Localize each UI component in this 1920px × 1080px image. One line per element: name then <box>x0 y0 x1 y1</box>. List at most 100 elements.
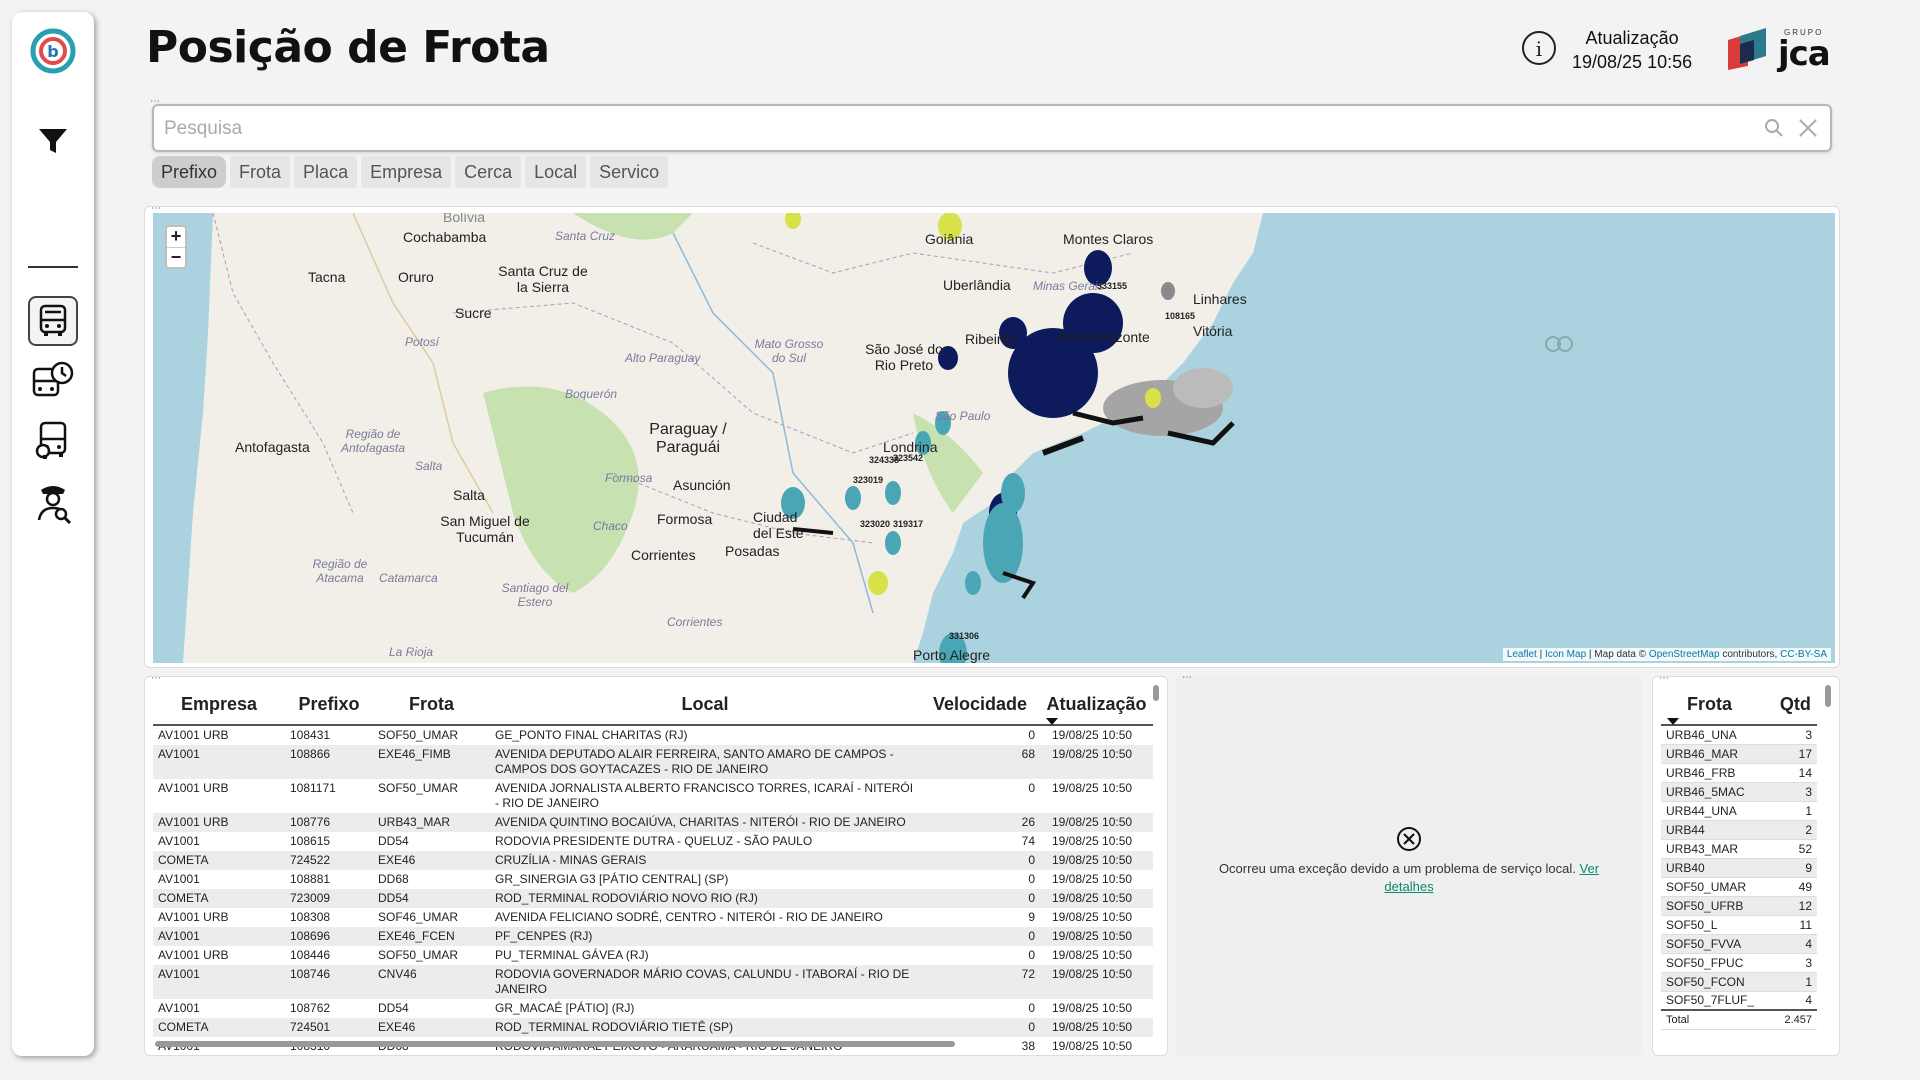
chip-empresa[interactable]: Empresa <box>361 156 452 188</box>
list-item[interactable]: URB46_FRB 14 <box>1661 763 1817 783</box>
search-icon[interactable] <box>1764 118 1784 143</box>
chip-servico[interactable]: Servico <box>590 156 669 188</box>
table-row[interactable]: COMETA 723009 DD54 ROD_TERMINAL RODOVIÁRIO … <box>153 889 1153 908</box>
table-row[interactable]: AV1001 URB 1081171 SOF50_UMAR AVENIDA JORNA… <box>153 779 1153 813</box>
cell-prefixo: 724522 <box>285 851 373 870</box>
cell-frota: SOF50_UMAR <box>373 725 490 745</box>
sort-desc-icon <box>1667 718 1679 725</box>
leaflet-link[interactable]: Leaflet <box>1507 649 1537 660</box>
driver-search-icon[interactable] <box>28 478 78 528</box>
list-item[interactable]: URB44 2 <box>1661 820 1817 840</box>
clear-icon[interactable] <box>1796 116 1820 145</box>
cell-prefixo: 108308 <box>285 908 373 927</box>
cell-qtd: 3 <box>1773 782 1817 802</box>
table-row[interactable]: AV1001 108696 EXE46_FCEN PF_CENPES (RJ) 0 19/… <box>153 927 1153 946</box>
visual-menu-icon[interactable]: ⋯ <box>1182 672 1192 683</box>
table-row[interactable]: AV1001 URB 108431 SOF50_UMAR GE_PONTO FINAL… <box>153 725 1153 745</box>
column-header-qtd[interactable]: Qtd <box>1773 685 1817 726</box>
cell-frota: DD54 <box>373 889 490 908</box>
visual-menu-icon[interactable]: ⋯ <box>151 677 161 684</box>
column-header-velocidade[interactable]: Velocidade <box>920 685 1040 726</box>
list-item[interactable]: SOF50_FCON 1 <box>1661 972 1817 992</box>
list-item[interactable]: SOF50_L 11 <box>1661 915 1817 935</box>
table-row[interactable]: COMETA 724522 EXE46 CRUZÍLIA - MINAS GERAIS… <box>153 851 1153 870</box>
chip-placa[interactable]: Placa <box>294 156 358 188</box>
app-logo-icon[interactable]: b <box>28 26 78 76</box>
column-header-prefixo[interactable]: Prefixo <box>285 685 373 726</box>
info-icon[interactable]: i <box>1520 29 1558 72</box>
search-input[interactable] <box>164 114 1764 144</box>
cell-qtd: 12 <box>1773 896 1817 916</box>
table-row[interactable]: AV1001 URB 108776 URB43_MAR AVENIDA QUINTIN… <box>153 813 1153 832</box>
license-link[interactable]: CC-BY-SA <box>1780 649 1827 660</box>
fleet-map[interactable]: Bolívia Cochabamba Santa Cruz Goiânia Mo… <box>153 213 1835 663</box>
cell-atualizacao: 19/08/25 10:50 <box>1040 779 1153 813</box>
list-item[interactable]: URB40 9 <box>1661 858 1817 878</box>
list-item[interactable]: URB46_UNA 3 <box>1661 725 1817 745</box>
column-header-local[interactable]: Local <box>490 685 920 726</box>
cell-empresa: AV1001 URB <box>153 779 285 813</box>
marker-label: 323020 <box>860 519 891 529</box>
chip-cerca[interactable]: Cerca <box>455 156 522 188</box>
map-card: ⋯ Bolívia Cochabamba Santa Cruz Goiânia … <box>144 203 1840 668</box>
list-item[interactable]: URB46_MAR 17 <box>1661 744 1817 764</box>
list-item[interactable]: URB46_5MAC 3 <box>1661 782 1817 802</box>
column-header-frota[interactable]: Frota <box>1661 685 1774 726</box>
column-header-atualizacao[interactable]: Atualização <box>1040 685 1153 726</box>
column-header-frota[interactable]: Frota <box>373 685 490 726</box>
map-label: Chaco <box>593 519 628 533</box>
horizontal-scrollbar[interactable] <box>155 1041 955 1047</box>
chip-prefixo[interactable]: Prefixo <box>152 156 227 188</box>
table-row[interactable]: AV1001 URB 108446 SOF50_UMAR PU_TERMINAL GÁ… <box>153 946 1153 965</box>
zoom-out-button[interactable]: − <box>167 247 185 267</box>
filter-icon[interactable] <box>28 116 78 166</box>
list-item[interactable]: SOF50_FPUC 3 <box>1661 953 1817 973</box>
cell-frota: CNV46 <box>373 965 490 999</box>
vertical-scrollbar[interactable] <box>1153 685 1159 701</box>
visual-menu-icon[interactable]: ⋯ <box>1659 677 1669 684</box>
table-row[interactable]: AV1001 108881 DD68 GR_SINERGIA G3 [PÁTIO CE… <box>153 870 1153 889</box>
bus-front-icon[interactable] <box>28 296 78 346</box>
cell-velocidade: 0 <box>920 1018 1040 1037</box>
list-item[interactable]: SOF50_UMAR 49 <box>1661 877 1817 897</box>
table-row[interactable]: AV1001 108762 DD54 GR_MACAÉ [PÁTIO] (RJ) 0 19… <box>153 999 1153 1018</box>
cell-frota: URB46_MAR <box>1661 744 1774 764</box>
icon-map-link[interactable]: Icon Map <box>1545 649 1586 660</box>
table-row[interactable]: COMETA 724501 EXE46 ROD_TERMINAL RODOVIÁRIO… <box>153 1018 1153 1037</box>
cell-local: PU_TERMINAL GÁVEA (RJ) <box>490 946 920 965</box>
table-row[interactable]: AV1001 108866 EXE46_FIMB AVENIDA DEPUTADO A… <box>153 745 1153 779</box>
cell-velocidade: 74 <box>920 832 1040 851</box>
cell-prefixo: 108615 <box>285 832 373 851</box>
column-header-empresa[interactable]: Empresa <box>153 685 285 726</box>
attribution-data-text: | Map data © <box>1588 649 1647 660</box>
gray-marker-linhares[interactable] <box>1161 282 1175 300</box>
chip-frota[interactable]: Frota <box>230 156 291 188</box>
cell-qtd: 52 <box>1773 839 1817 859</box>
logo-mark-icon <box>1728 28 1766 70</box>
list-item[interactable]: SOF50_FVVA 4 <box>1661 934 1817 954</box>
bus-clock-icon[interactable] <box>28 356 78 406</box>
cell-velocidade: 0 <box>920 889 1040 908</box>
list-item[interactable]: SOF50_UFRB 12 <box>1661 896 1817 916</box>
list-item[interactable]: SOF50_7FLUF_ 4 <box>1661 991 1817 1011</box>
table-row[interactable]: AV1001 108615 DD54 RODOVIA PRESIDENTE DUTRA… <box>153 832 1153 851</box>
map-label: Posadas <box>725 543 780 559</box>
total-value: 2.457 <box>1773 1009 1817 1030</box>
cell-velocidade: 0 <box>920 779 1040 813</box>
table-row[interactable]: AV1001 URB 108308 SOF46_UMAR AVENIDA FELICI… <box>153 908 1153 927</box>
list-item[interactable]: URB43_MAR 52 <box>1661 839 1817 859</box>
chip-local[interactable]: Local <box>525 156 587 188</box>
vertical-scrollbar[interactable] <box>1825 685 1831 707</box>
cell-local: CRUZÍLIA - MINAS GERAIS <box>490 851 920 870</box>
osm-link[interactable]: OpenStreetMap <box>1649 649 1720 660</box>
cell-empresa: AV1001 <box>153 745 285 779</box>
cell-frota: URB40 <box>1661 858 1774 878</box>
cell-velocidade: 9 <box>920 908 1040 927</box>
bus-driver-icon[interactable] <box>28 416 78 466</box>
table-row[interactable]: AV1001 108746 CNV46 RODOVIA GOVERNADOR MÁRI… <box>153 965 1153 999</box>
map-label: Paraguay / Paraguái <box>649 421 727 456</box>
map-label: Mato Grosso do Sul <box>754 337 824 365</box>
list-item[interactable]: URB44_UNA 1 <box>1661 801 1817 821</box>
zoom-in-button[interactable]: + <box>167 227 185 247</box>
cell-velocidade: 68 <box>920 745 1040 779</box>
